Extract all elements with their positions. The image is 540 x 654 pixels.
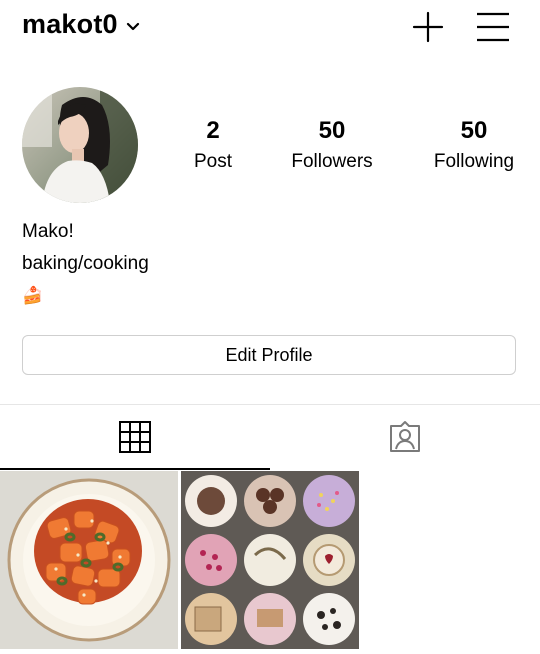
- username: makot0: [22, 9, 118, 39]
- profile-name: Mako!: [22, 221, 74, 242]
- avatar[interactable]: [22, 87, 138, 203]
- tab-tagged[interactable]: [270, 405, 540, 469]
- plus-icon[interactable]: [411, 10, 445, 44]
- following-label: Following: [433, 151, 515, 172]
- edit-profile-button[interactable]: Edit Profile: [22, 335, 516, 375]
- top-bar: makot0: [0, 0, 540, 54]
- tab-grid[interactable]: [0, 405, 270, 469]
- posts-label: Post: [193, 151, 233, 172]
- stat-following[interactable]: 50 Following: [409, 116, 539, 175]
- bio-text: baking/cooking: [22, 253, 149, 274]
- bio-emoji: 🍰: [22, 286, 44, 305]
- active-tab-indicator: [0, 468, 270, 470]
- followers-count: 50: [318, 117, 346, 144]
- tagged-icon: [390, 421, 420, 452]
- account-switcher[interactable]: makot0: [22, 9, 140, 40]
- posts-count: 2: [206, 117, 220, 144]
- post-thumbnail-tteokbokki[interactable]: [0, 471, 178, 649]
- menu-icon[interactable]: [476, 10, 510, 44]
- followers-label: Followers: [291, 151, 373, 172]
- post-thumbnail-cupcakes[interactable]: [181, 471, 359, 649]
- chevron-down-icon: [126, 22, 139, 30]
- stat-followers[interactable]: 50 Followers: [267, 116, 397, 175]
- following-count: 50: [460, 117, 488, 144]
- stat-posts[interactable]: 2 Post: [148, 116, 278, 175]
- grid-icon: [119, 421, 151, 453]
